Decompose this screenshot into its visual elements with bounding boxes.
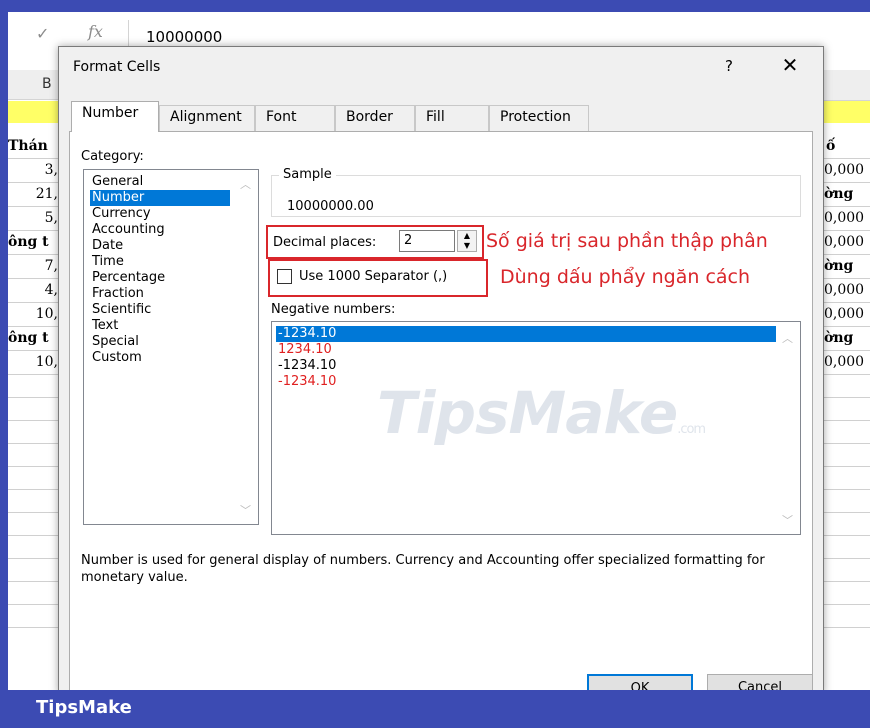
column-header-b[interactable]: B [8, 70, 58, 100]
tab-number[interactable]: Number [71, 101, 159, 132]
watermark-text: TipsMake [377, 379, 678, 447]
empty-row [8, 444, 58, 467]
scroll-down-icon[interactable]: ﹀ [782, 512, 793, 528]
dialog-title: Format Cells [73, 59, 161, 75]
formula-input[interactable]: 10000000 [146, 28, 222, 46]
cell[interactable]: 10, [8, 351, 58, 375]
empty-row [8, 513, 58, 536]
empty-row [8, 605, 58, 628]
top-frame [0, 0, 870, 12]
cell[interactable]: 21, [8, 183, 58, 207]
right-cell-column: ố 0,000 ờng 0,000 0,000 ờng 0,000 0,000 … [824, 135, 870, 628]
cell[interactable]: ờng [824, 183, 870, 207]
category-item[interactable]: Date [90, 238, 125, 254]
empty-row [8, 582, 58, 605]
negative-numbers-label: Negative numbers: [271, 302, 396, 317]
empty-row [8, 398, 58, 421]
empty-row [824, 421, 870, 444]
cell[interactable]: ố [824, 135, 870, 159]
left-frame [0, 0, 8, 690]
cell[interactable]: 0,000 [824, 207, 870, 231]
watermark-suffix: .com [677, 422, 706, 437]
cell[interactable]: 0,000 [824, 159, 870, 183]
empty-row [8, 375, 58, 398]
brand-name: TipsMake [36, 697, 132, 718]
category-item[interactable]: Percentage [90, 270, 167, 286]
cell[interactable]: 0,000 [824, 303, 870, 327]
sample-value: 10000000.00 [287, 199, 374, 214]
scroll-up-icon[interactable]: ︿ [782, 330, 793, 346]
empty-row [8, 559, 58, 582]
annotation-box-decimal [266, 225, 484, 259]
column-header-right[interactable] [824, 70, 870, 101]
watermark: TipsMake.com [377, 379, 706, 447]
annotation-box-separator [268, 259, 488, 297]
check-icon[interactable]: ✓ [36, 24, 49, 43]
cell[interactable]: ờng [824, 327, 870, 351]
format-description: Number is used for general display of nu… [81, 553, 765, 585]
cell[interactable]: ờng [824, 255, 870, 279]
category-item[interactable]: Fraction [90, 286, 146, 302]
cell[interactable]: 7, [8, 255, 58, 279]
cell[interactable]: 10, [8, 303, 58, 327]
empty-row [824, 490, 870, 513]
category-item[interactable]: Time [90, 254, 126, 270]
empty-row [824, 513, 870, 536]
yellow-row-right [824, 101, 870, 123]
cell[interactable]: 0,000 [824, 351, 870, 375]
help-button[interactable]: ? [719, 57, 739, 75]
empty-row [824, 398, 870, 421]
cell[interactable]: Thán [8, 135, 58, 159]
empty-row [824, 582, 870, 605]
formula-divider [128, 20, 129, 46]
annotation-decimal-note: Số giá trị sau phần thập phân [486, 230, 768, 252]
empty-row [824, 375, 870, 398]
category-item[interactable]: General [90, 174, 145, 190]
tab-protection[interactable]: Protection [489, 105, 589, 131]
cell[interactable]: 3, [8, 159, 58, 183]
annotation-separator-note: Dùng dấu phẩy ngăn cách [500, 266, 751, 288]
negative-option[interactable]: -1234.10 [276, 374, 338, 390]
empty-row [8, 421, 58, 444]
cell[interactable]: ông t [8, 231, 58, 255]
empty-row [824, 536, 870, 559]
close-icon[interactable]: ✕ [777, 53, 803, 77]
empty-row [8, 490, 58, 513]
negative-option[interactable]: -1234.10 [276, 358, 338, 374]
yellow-row-left [8, 101, 58, 123]
category-item[interactable]: Currency [90, 206, 153, 222]
cell[interactable]: 4, [8, 279, 58, 303]
category-label: Category: [81, 149, 144, 164]
empty-row [8, 467, 58, 490]
left-cell-column: Thán 3, 21, 5, ông t 7, 4, 10, ông t 10, [8, 135, 58, 628]
fx-icon[interactable]: fx [88, 22, 103, 41]
scroll-up-icon[interactable]: ︿ [240, 176, 251, 192]
cell[interactable]: 0,000 [824, 279, 870, 303]
category-item-selected[interactable]: Number [90, 190, 230, 206]
cell[interactable]: 0,000 [824, 231, 870, 255]
category-item[interactable]: Custom [90, 350, 144, 366]
category-item[interactable]: Accounting [90, 222, 167, 238]
tab-border[interactable]: Border [335, 105, 415, 131]
cell[interactable]: ông t [8, 327, 58, 351]
category-item[interactable]: Text [90, 318, 120, 334]
negative-option[interactable]: 1234.10 [276, 342, 334, 358]
empty-row [824, 559, 870, 582]
negative-option-selected[interactable]: -1234.10 [276, 326, 776, 342]
scroll-down-icon[interactable]: ﹀ [240, 502, 251, 518]
category-listbox[interactable]: General Number Currency Accounting Date … [83, 169, 259, 525]
category-item[interactable]: Scientific [90, 302, 153, 318]
tab-alignment[interactable]: Alignment [159, 105, 255, 131]
category-item[interactable]: Special [90, 334, 141, 350]
tab-font[interactable]: Font [255, 105, 335, 131]
cell[interactable]: 5, [8, 207, 58, 231]
tab-fill[interactable]: Fill [415, 105, 489, 131]
sample-label: Sample [279, 167, 336, 182]
empty-row [824, 605, 870, 628]
format-cells-dialog: Format Cells ? ✕ Number Alignment Font B… [58, 46, 824, 694]
empty-row [824, 444, 870, 467]
empty-row [824, 467, 870, 490]
empty-row [8, 536, 58, 559]
